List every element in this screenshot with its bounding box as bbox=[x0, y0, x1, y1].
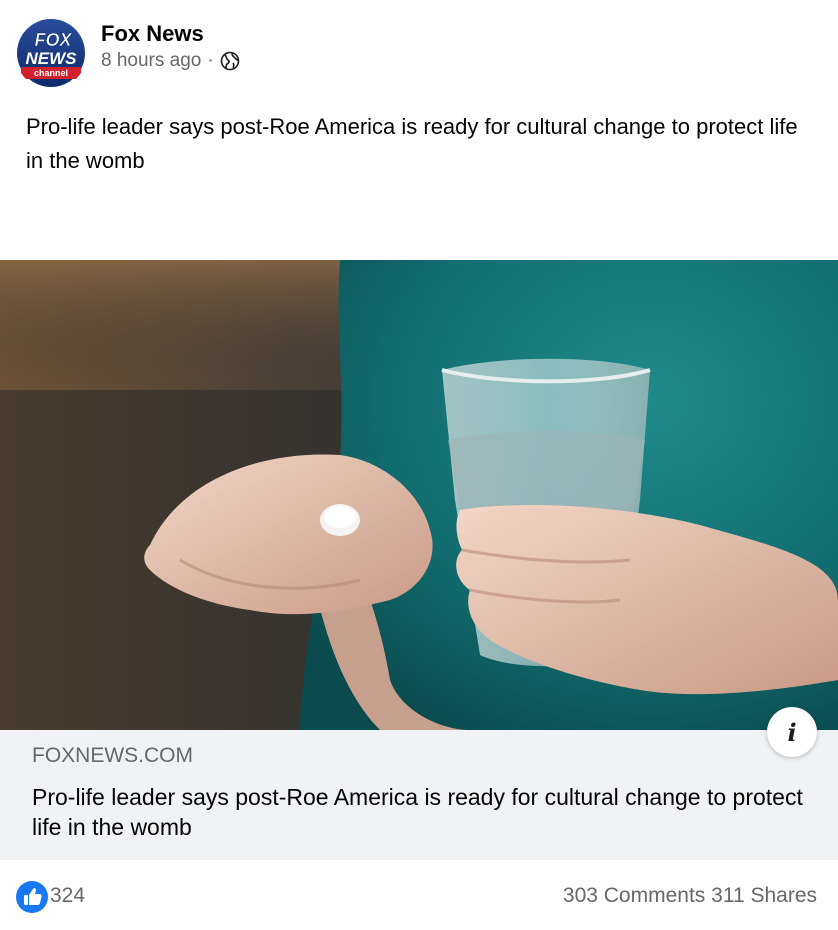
article-photo[interactable] bbox=[0, 260, 838, 730]
globe-icon[interactable] bbox=[220, 51, 240, 71]
link-title[interactable]: Pro-life leader says post-Roe America is… bbox=[32, 782, 822, 842]
shares-count[interactable]: 311 Shares bbox=[711, 884, 817, 907]
post-header: FOX NEWS channel Fox News 8 hours ago · bbox=[0, 0, 838, 100]
engagement-bar: 324 303 Comments 311 Shares bbox=[0, 860, 838, 930]
info-icon[interactable]: i bbox=[767, 707, 817, 757]
post-text: Pro-life leader says post-Roe America is… bbox=[26, 114, 798, 173]
like-count[interactable]: 324 bbox=[50, 884, 85, 908]
comment-share-counts: 303 Comments 311 Shares bbox=[563, 884, 817, 908]
fox-news-logo[interactable]: FOX NEWS channel bbox=[15, 17, 87, 89]
link-domain: FOXNEWS.COM bbox=[32, 744, 193, 767]
logo-line3: channel bbox=[34, 68, 68, 78]
link-preview-card[interactable]: FOXNEWS.COM Pro-life leader says post-Ro… bbox=[0, 730, 838, 860]
page-name[interactable]: Fox News bbox=[101, 21, 204, 47]
like-icon[interactable] bbox=[16, 881, 48, 913]
comments-count[interactable]: 303 Comments bbox=[563, 884, 705, 907]
post-time[interactable]: 8 hours ago bbox=[101, 50, 201, 72]
meta-separator: · bbox=[207, 50, 214, 71]
logo-line1: FOX bbox=[34, 30, 72, 50]
logo-line2: NEWS bbox=[26, 49, 78, 68]
post-meta: 8 hours ago · bbox=[101, 50, 240, 72]
